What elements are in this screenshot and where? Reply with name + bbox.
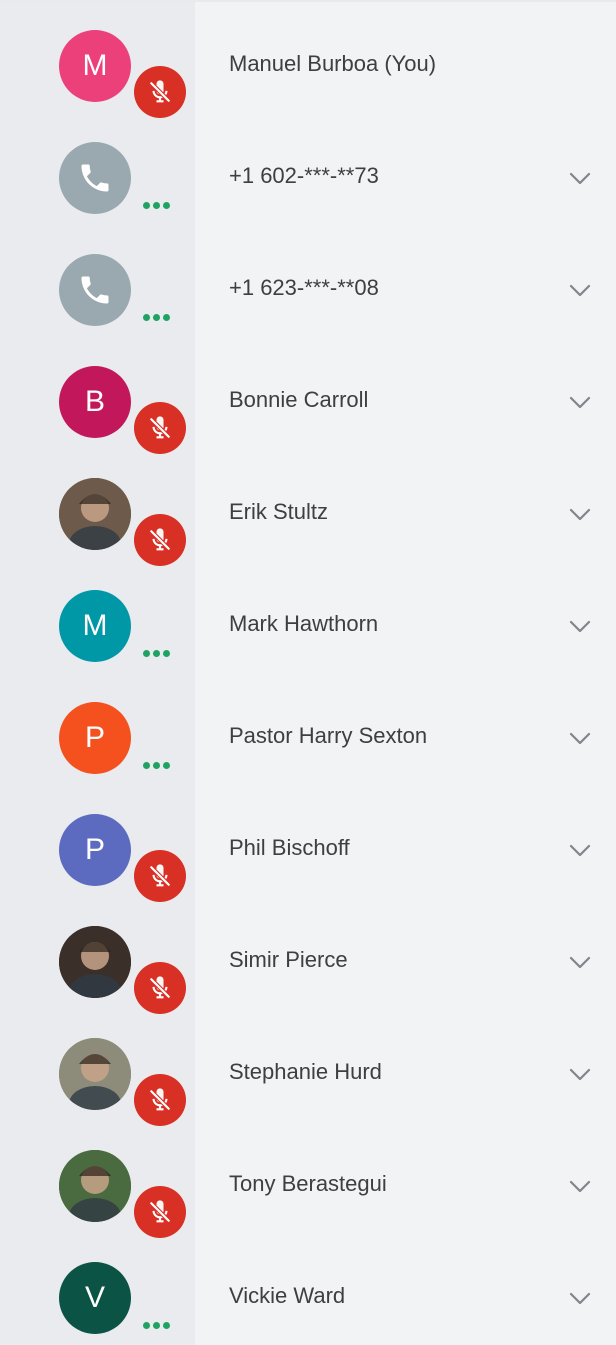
status-indicator: [134, 850, 186, 902]
avatar-initial: M: [82, 609, 108, 642]
chevron-down-icon[interactable]: [567, 1061, 593, 1087]
participant-row[interactable]: P Pastor Harry Sexton: [0, 682, 616, 794]
avatar: V: [59, 1262, 131, 1334]
chevron-down-icon[interactable]: [567, 837, 593, 863]
avatar: P: [59, 702, 131, 774]
phone-icon: [81, 164, 109, 192]
participant-name: +1 623-***-**08: [229, 275, 379, 300]
avatar-initial: M: [82, 49, 108, 82]
avatar: M: [59, 590, 131, 662]
avatar: M: [59, 30, 131, 102]
more-dots-icon: [143, 1322, 170, 1329]
participant-row[interactable]: Tony Berastegui: [0, 1130, 616, 1242]
more-dots-icon: [143, 762, 170, 769]
muted-badge: [134, 66, 186, 118]
chevron-down-icon[interactable]: [567, 949, 593, 975]
muted-badge: [134, 962, 186, 1014]
participant-row[interactable]: +1 602-***-**73: [0, 122, 616, 234]
participant-name: Bonnie Carroll: [229, 387, 369, 412]
profile-photo: [59, 478, 131, 550]
profile-photo: [59, 926, 131, 998]
status-indicator: [134, 962, 186, 1014]
avatar-initial: P: [84, 833, 105, 866]
participant-name: +1 602-***-**73: [229, 163, 379, 188]
mic-off-icon: [149, 864, 171, 887]
avatar: [59, 142, 131, 214]
mic-off-icon: [149, 528, 171, 551]
participant-row[interactable]: M Mark Hawthorn: [0, 570, 616, 682]
chevron-down-icon[interactable]: [567, 165, 593, 191]
avatar: [59, 1038, 131, 1110]
more-dots-icon: [143, 314, 170, 321]
participant-name: Vickie Ward: [229, 1283, 346, 1308]
participant-row[interactable]: Erik Stultz: [0, 458, 616, 570]
participant-name: Manuel Burboa (You): [229, 51, 437, 76]
chevron-down-icon[interactable]: [567, 501, 593, 527]
avatar-initial: V: [84, 1281, 105, 1314]
chevron-down-icon[interactable]: [567, 613, 593, 639]
participant-row[interactable]: V Vickie Ward: [0, 1242, 616, 1345]
avatar-initial: B: [84, 385, 105, 418]
status-indicator: [134, 402, 186, 454]
status-indicator: [134, 1186, 186, 1238]
participant-row[interactable]: Simir Pierce: [0, 906, 616, 1018]
participant-row[interactable]: P Phil Bischoff: [0, 794, 616, 906]
avatar: B: [59, 366, 131, 438]
avatar-initial: P: [84, 721, 105, 754]
participant-name: Simir Pierce: [229, 947, 348, 972]
participant-name: Tony Berastegui: [229, 1171, 387, 1196]
avatar: [59, 478, 131, 550]
muted-badge: [134, 402, 186, 454]
participant-row[interactable]: Stephanie Hurd: [0, 1018, 616, 1130]
participant-row[interactable]: B Bonnie Carroll: [0, 346, 616, 458]
more-dots-icon: [143, 202, 170, 209]
participant-row[interactable]: M Manuel Burboa (You): [0, 10, 616, 122]
avatar: [59, 1150, 131, 1222]
muted-badge: [134, 514, 186, 566]
mic-off-icon: [149, 1200, 171, 1223]
profile-photo: [59, 1038, 131, 1110]
avatar: [59, 254, 131, 326]
mic-off-icon: [149, 80, 171, 103]
participant-name: Mark Hawthorn: [229, 611, 379, 636]
participants-panel: M Manuel Burboa (You) +1 602-***-**73 +1…: [0, 0, 616, 1345]
status-indicator: [134, 514, 186, 566]
phone-icon: [81, 276, 109, 304]
mic-off-icon: [149, 416, 171, 439]
chevron-down-icon[interactable]: [567, 389, 593, 415]
chevron-down-icon[interactable]: [567, 1173, 593, 1199]
participant-name: Stephanie Hurd: [229, 1059, 382, 1084]
participant-name: Pastor Harry Sexton: [229, 723, 428, 748]
avatar: [59, 926, 131, 998]
mic-off-icon: [149, 1088, 171, 1111]
muted-badge: [134, 1074, 186, 1126]
mic-off-icon: [149, 976, 171, 999]
avatar: P: [59, 814, 131, 886]
participant-row[interactable]: +1 623-***-**08: [0, 234, 616, 346]
chevron-down-icon[interactable]: [567, 1285, 593, 1311]
more-dots-icon: [143, 650, 170, 657]
participants-list: M Manuel Burboa (You) +1 602-***-**73 +1…: [0, 10, 616, 1345]
profile-photo: [59, 1150, 131, 1222]
status-indicator: [134, 1074, 186, 1126]
participant-name: Erik Stultz: [229, 499, 329, 524]
status-indicator: [134, 66, 186, 118]
chevron-down-icon[interactable]: [567, 725, 593, 751]
chevron-down-icon[interactable]: [567, 277, 593, 303]
muted-badge: [134, 1186, 186, 1238]
muted-badge: [134, 850, 186, 902]
participant-name: Phil Bischoff: [229, 835, 350, 860]
